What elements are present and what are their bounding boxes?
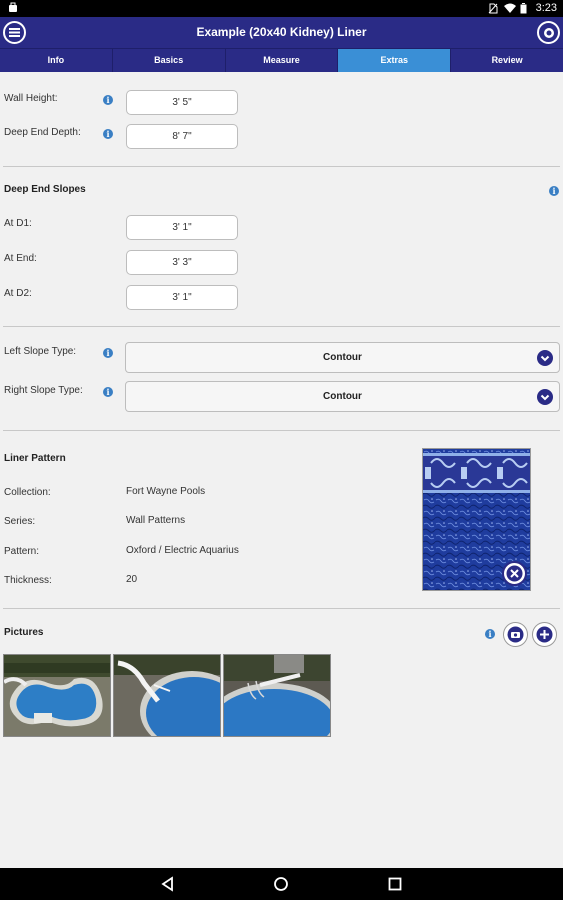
at-end-field[interactable]: 3' 3" [126, 250, 238, 275]
battery-icon [520, 2, 530, 14]
deep-end-depth-label: Deep End Depth: [4, 127, 81, 138]
tab-bar: Info Basics Measure Extras Review [0, 48, 563, 72]
pattern-value: Oxford / Electric Aquarius [126, 545, 239, 556]
thickness-value: 20 [126, 574, 138, 585]
system-nav-bar [0, 868, 563, 900]
back-icon[interactable] [160, 876, 176, 892]
at-end-label: At End: [4, 253, 37, 264]
at-d2-field[interactable]: 3' 1" [126, 285, 238, 310]
notification-icon [8, 2, 18, 16]
settings-button[interactable] [537, 21, 560, 44]
liner-pattern-title: Liner Pattern [4, 453, 66, 464]
right-slope-type-label: Right Slope Type: [4, 385, 83, 396]
tab-review[interactable]: Review [451, 49, 563, 72]
chevron-down-icon [537, 389, 553, 405]
chevron-down-icon [537, 350, 553, 366]
thickness-label: Thickness: [4, 575, 52, 586]
tab-basics[interactable]: Basics [113, 49, 226, 72]
wifi-icon [503, 3, 516, 14]
right-slope-type-value: Contour [323, 391, 362, 402]
divider [3, 608, 560, 609]
recents-icon[interactable] [387, 876, 403, 892]
wall-height-field[interactable]: 3' 5" [126, 90, 238, 115]
camera-icon [507, 626, 524, 643]
info-icon[interactable]: i [103, 348, 113, 358]
pool-photo-thumbnail[interactable] [223, 654, 331, 737]
tab-info[interactable]: Info [0, 49, 113, 72]
info-icon[interactable]: i [103, 95, 113, 105]
app-bar: Example (20x40 Kidney) Liner [0, 17, 563, 48]
collection-label: Collection: [4, 487, 51, 498]
pool-photo-thumbnail[interactable] [113, 654, 221, 737]
pattern-label: Pattern: [4, 546, 40, 557]
pictures-title: Pictures [4, 627, 44, 638]
left-slope-type-value: Contour [323, 352, 362, 363]
deep-end-depth-field[interactable]: 8' 7" [126, 124, 238, 149]
series-label: Series: [4, 516, 36, 527]
remove-pattern-button[interactable] [502, 561, 527, 586]
deep-end-slopes-title: Deep End Slopes [4, 184, 86, 195]
settings-icon [543, 27, 554, 38]
divider [3, 430, 560, 431]
divider [3, 166, 560, 167]
at-d2-label: At D2: [4, 288, 32, 299]
left-slope-type-label: Left Slope Type: [4, 346, 77, 357]
add-icon [536, 626, 553, 643]
tab-measure[interactable]: Measure [226, 49, 339, 72]
add-picture-button[interactable] [532, 622, 557, 647]
status-time: 3:23 [535, 2, 557, 14]
at-d1-label: At D1: [4, 218, 32, 229]
series-value: Wall Patterns [126, 515, 186, 526]
info-icon[interactable]: i [549, 186, 559, 196]
no-sim-icon [488, 3, 498, 14]
divider [3, 326, 560, 327]
home-icon[interactable] [273, 876, 289, 892]
close-icon [506, 565, 523, 582]
pictures-gallery [3, 654, 331, 737]
tab-extras[interactable]: Extras [338, 49, 452, 72]
at-d1-field[interactable]: 3' 1" [126, 215, 238, 240]
wall-height-label: Wall Height: [4, 93, 58, 104]
pool-photo-thumbnail[interactable] [3, 654, 111, 737]
info-icon[interactable]: i [485, 629, 495, 639]
collection-value: Fort Wayne Pools [126, 486, 206, 497]
status-bar: 3:23 [0, 0, 563, 17]
left-slope-type-select[interactable]: Contour [125, 342, 560, 373]
right-slope-type-select[interactable]: Contour [125, 381, 560, 412]
info-icon[interactable]: i [103, 129, 113, 139]
page-title: Example (20x40 Kidney) Liner [196, 25, 367, 39]
info-icon[interactable]: i [103, 387, 113, 397]
extras-form: Wall Height: i 3' 5" Deep End Depth: i 8… [0, 72, 563, 868]
take-photo-button[interactable] [503, 622, 528, 647]
